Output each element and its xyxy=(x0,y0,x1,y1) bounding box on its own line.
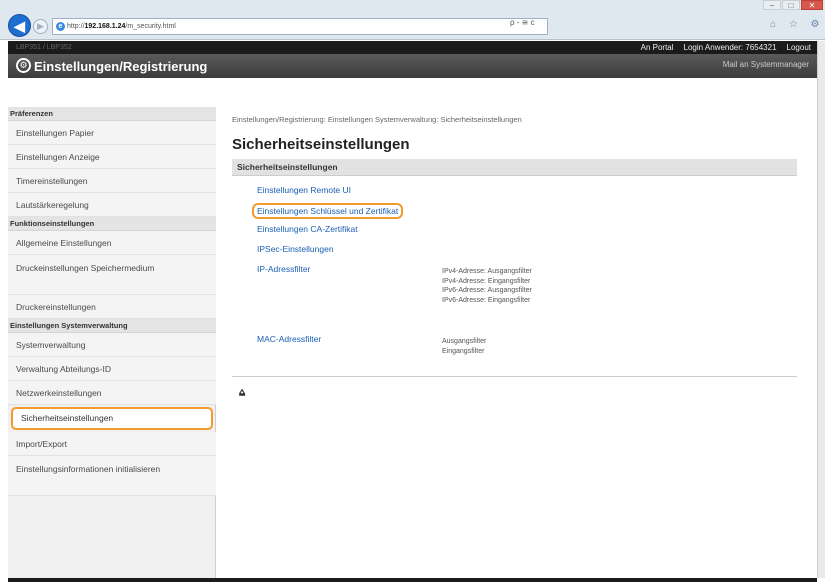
sidebar-item-allgemein[interactable]: Allgemeine Einstellungen xyxy=(8,231,216,255)
app-header: ⚙ Einstellungen/Registrierung Mail an Sy… xyxy=(8,54,817,78)
back-to-top-icon[interactable]: ⩠ xyxy=(239,387,245,398)
forward-button[interactable]: ▶ xyxy=(33,19,48,34)
link-ip-filter[interactable]: IP-Adressfilter xyxy=(257,264,310,274)
mac-filter-desc-line: Eingangsfilter xyxy=(442,347,485,355)
sidebar-item-timer[interactable]: Timereinstellungen xyxy=(8,169,216,193)
sidebar-item-speichermedium[interactable]: Druckeinstellungen Speichermedium xyxy=(8,255,216,295)
url-host: 192.168.1.24 xyxy=(84,23,126,30)
sidebar-item-netzwerk[interactable]: Netzwerkeinstellungen xyxy=(8,381,216,405)
section-header: Sicherheitseinstellungen xyxy=(232,159,797,176)
link-mac-filter[interactable]: MAC-Adressfilter xyxy=(257,334,321,344)
url-path: /m_security.html xyxy=(125,23,176,30)
link-ca-certificate[interactable]: Einstellungen CA-Zertifikat xyxy=(257,224,358,234)
sidebar-group-systemverwaltung: Einstellungen Systemverwaltung xyxy=(8,319,216,333)
mac-filter-description: Ausgangsfilter Eingangsfilter xyxy=(442,337,486,356)
app-topbar: LBP351 / LBP352 An Portal Login Anwender… xyxy=(8,41,817,54)
link-key-certificate[interactable]: Einstellungen Schlüssel und Zertifikat xyxy=(252,203,404,219)
sidebar-item-import-export[interactable]: Import/Export xyxy=(8,432,216,456)
breadcrumb: Einstellungen/Registrierung: Einstellung… xyxy=(232,115,522,124)
ip-filter-desc-line: IPv4-Adresse: Eingangsfilter xyxy=(442,277,531,285)
sidebar-item-papier[interactable]: Einstellungen Papier xyxy=(8,121,216,145)
ip-filter-desc-line: IPv6-Adresse: Ausgangsfilter xyxy=(442,287,532,294)
footer-bar xyxy=(8,578,817,582)
window-controls: – □ ✕ xyxy=(763,0,823,10)
sidebar-item-drucker[interactable]: Druckereinstellungen xyxy=(8,295,216,319)
app-header-title: Einstellungen/Registrierung xyxy=(34,59,208,74)
sidebar-group-funktion: Funktionseinstellungen xyxy=(8,217,216,231)
sidebar-item-systemverwaltung[interactable]: Systemverwaltung xyxy=(8,333,216,357)
content-divider xyxy=(232,376,797,377)
ip-filter-description: IPv4-Adresse: Ausgangsfilter IPv4-Adress… xyxy=(442,267,532,305)
url-prefix: http:// xyxy=(67,23,85,30)
sidebar-item-abteilungs-id[interactable]: Verwaltung Abteilungs-ID xyxy=(8,357,216,381)
login-user: Login Anwender: 7654321 xyxy=(684,41,777,54)
main-content: Einstellungen/Registrierung: Einstellung… xyxy=(222,110,817,578)
vertical-scrollbar[interactable] xyxy=(817,41,825,578)
address-bar-row: ◀ ▶ e http://192.168.1.24/m_security.htm… xyxy=(0,12,825,40)
sidebar-item-sicherheit[interactable]: Sicherheitseinstellungen xyxy=(11,407,213,430)
search-refresh-icons[interactable]: ρ - ≅ c xyxy=(510,18,535,27)
close-button[interactable]: ✕ xyxy=(801,0,823,10)
sidebar-item-initialisieren[interactable]: Einstellungsinformationen initialisieren xyxy=(8,456,216,496)
page-title: Sicherheitseinstellungen xyxy=(232,136,410,153)
ie-page-icon: e xyxy=(56,22,65,31)
mail-to-admin-link[interactable]: Mail an Systemmanager xyxy=(723,60,809,69)
toolbar-icons[interactable]: ⌂ ☆ ⚙ xyxy=(770,19,825,30)
settings-gear-icon: ⚙ xyxy=(16,58,31,73)
portal-link[interactable]: An Portal xyxy=(641,41,674,54)
logout-link[interactable]: Logout xyxy=(787,41,811,54)
back-button[interactable]: ◀ xyxy=(8,14,31,37)
window-titlebar: – □ ✕ xyxy=(0,0,825,12)
link-remote-ui[interactable]: Einstellungen Remote UI xyxy=(257,185,351,195)
maximize-button[interactable]: □ xyxy=(782,0,800,10)
address-bar[interactable]: e http://192.168.1.24/m_security.html xyxy=(52,18,548,35)
login-user-id: 7654321 xyxy=(745,43,777,52)
mac-filter-desc-line: Ausgangsfilter xyxy=(442,338,487,345)
link-ipsec[interactable]: IPSec-Einstellungen xyxy=(257,244,334,254)
login-label: Login Anwender: xyxy=(683,43,744,52)
ip-filter-desc-line: IPv4-Adresse: Ausgangsfilter xyxy=(442,268,532,275)
sidebar: Präferenzen Einstellungen Papier Einstel… xyxy=(8,107,216,578)
device-name: LBP351 / LBP352 xyxy=(16,44,72,51)
minimize-button[interactable]: – xyxy=(763,0,781,10)
sidebar-item-anzeige[interactable]: Einstellungen Anzeige xyxy=(8,145,216,169)
ip-filter-desc-line: IPv6-Adresse: Eingangsfilter xyxy=(442,296,531,304)
sidebar-item-lautstaerke[interactable]: Lautstärkeregelung xyxy=(8,193,216,217)
sidebar-group-praeferenzen: Präferenzen xyxy=(8,107,216,121)
